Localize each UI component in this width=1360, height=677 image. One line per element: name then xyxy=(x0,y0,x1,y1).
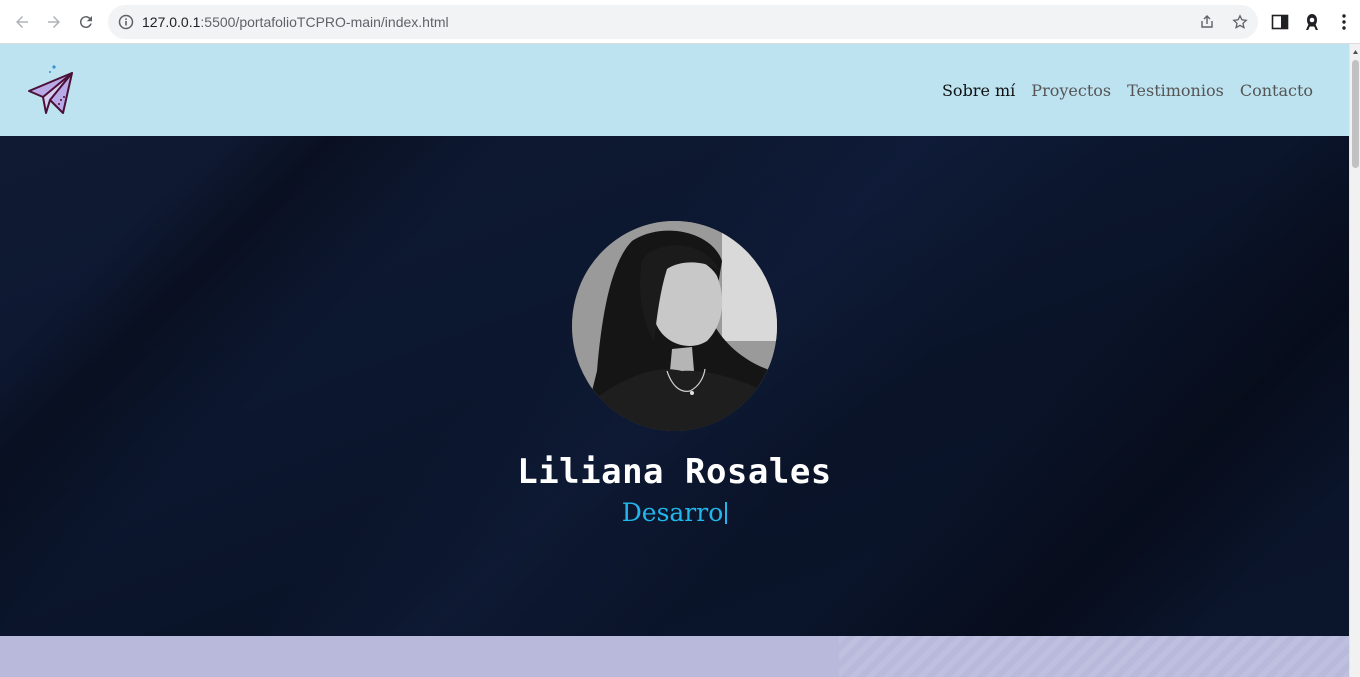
url-text[interactable]: 127.0.0.1:5500/portafolioTCPRO-main/inde… xyxy=(142,14,449,30)
nav-link-sobre-mi[interactable]: Sobre mí xyxy=(942,81,1015,100)
nav-link-proyectos[interactable]: Proyectos xyxy=(1031,81,1111,100)
share-icon[interactable] xyxy=(1199,14,1215,30)
hero-role-text: Desarro xyxy=(621,498,724,527)
info-icon[interactable] xyxy=(118,14,134,30)
reload-icon xyxy=(79,16,92,29)
page-scrollbar[interactable] xyxy=(1349,44,1360,677)
back-button[interactable] xyxy=(10,10,34,34)
forward-button[interactable] xyxy=(42,10,66,34)
nav-link-testimonios[interactable]: Testimonios xyxy=(1127,81,1224,100)
section-stripe-pattern xyxy=(839,636,1349,677)
side-panel-icon[interactable] xyxy=(1270,12,1290,32)
forward-arrow-icon xyxy=(48,16,60,28)
url-host: 127.0.0.1 xyxy=(142,14,201,30)
kebab-menu-icon[interactable] xyxy=(1334,12,1354,32)
main-nav: Sobre mí Proyectos Testimonios Contacto xyxy=(942,81,1313,100)
typing-cursor xyxy=(725,502,728,524)
web-page: Sobre mí Proyectos Testimonios Contacto … xyxy=(0,44,1349,677)
profile-photo-illustration xyxy=(572,221,777,431)
url-path: :5500/portafolioTCPRO-main/index.html xyxy=(200,14,449,30)
hero-role-typing: Desarro xyxy=(0,498,1349,527)
next-section-preview xyxy=(0,636,1349,677)
browser-toolbar: 127.0.0.1:5500/portafolioTCPRO-main/inde… xyxy=(0,0,1360,44)
reload-button[interactable] xyxy=(74,10,98,34)
address-bar[interactable]: 127.0.0.1:5500/portafolioTCPRO-main/inde… xyxy=(108,5,1258,39)
star-icon[interactable] xyxy=(1232,14,1248,30)
paper-plane-logo-icon[interactable] xyxy=(26,64,76,116)
site-header: Sobre mí Proyectos Testimonios Contacto xyxy=(0,44,1349,136)
profile-photo xyxy=(572,221,777,431)
hero-section: Liliana Rosales Desarro xyxy=(0,136,1349,636)
nav-link-contacto[interactable]: Contacto xyxy=(1240,81,1313,100)
scrollbar-thumb[interactable] xyxy=(1352,60,1359,168)
profile-icon[interactable] xyxy=(1302,12,1322,32)
back-arrow-icon xyxy=(16,16,28,28)
hero-name: Liliana Rosales xyxy=(517,452,832,492)
scroll-up-arrow-icon[interactable] xyxy=(1352,48,1359,56)
